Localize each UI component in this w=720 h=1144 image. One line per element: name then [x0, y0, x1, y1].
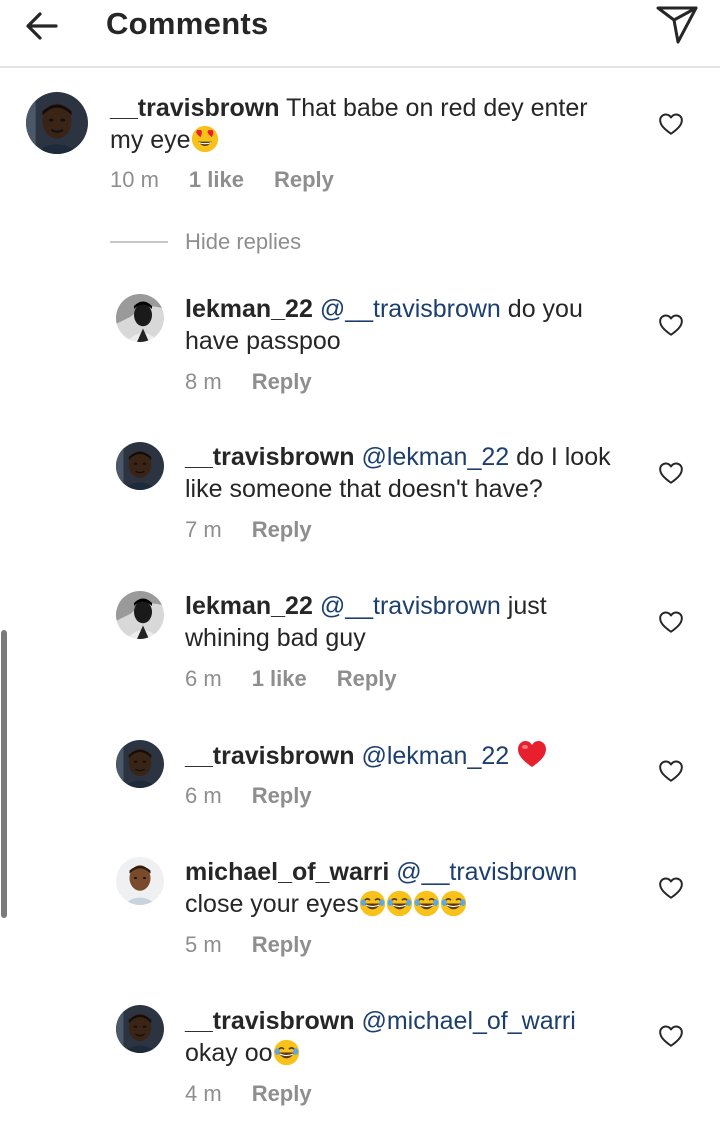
comment-username[interactable]: __travisbrown	[110, 94, 280, 122]
red-heart-emoji	[516, 739, 548, 769]
reply-body: do you	[500, 295, 583, 323]
direct-send-icon[interactable]	[654, 4, 700, 46]
header-bar: Comments	[0, 0, 720, 68]
tears-of-joy-emoji	[386, 890, 413, 917]
reply-meta: 5 m Reply	[185, 932, 342, 958]
reply-username[interactable]: lekman_22	[185, 592, 313, 620]
page-title: Comments	[106, 6, 269, 41]
reply-button[interactable]: Reply	[252, 1081, 312, 1106]
heart-outline-icon[interactable]	[658, 876, 684, 900]
reply-mention[interactable]: @michael_of_warri	[361, 1007, 575, 1035]
avatar[interactable]	[116, 591, 164, 639]
reply-text: michael_of_warri @__travisbrown close yo…	[185, 856, 635, 920]
reply-meta: 4 m Reply	[185, 1081, 342, 1107]
hide-replies-button[interactable]: Hide replies	[185, 229, 301, 255]
reply-meta: 8 m Reply	[185, 369, 342, 395]
comment-meta: 10 m 1 like Reply	[110, 167, 364, 193]
reply-button[interactable]: Reply	[252, 517, 312, 542]
reply-meta: 6 m Reply	[185, 783, 342, 809]
reply-text: __travisbrown @lekman_22	[185, 739, 635, 772]
arrow-left-icon[interactable]	[22, 8, 62, 44]
reply-button[interactable]: Reply	[252, 932, 312, 957]
avatar[interactable]	[116, 294, 164, 342]
tears-of-joy-emoji	[440, 890, 467, 917]
reply-meta: 6 m 1 like Reply	[185, 666, 427, 692]
reply-mention[interactable]: @lekman_22	[361, 443, 509, 471]
reply-body	[509, 742, 516, 770]
reply-meta: 7 m Reply	[185, 517, 342, 543]
reply-text: lekman_22 @__travisbrown do you have pas…	[185, 293, 635, 357]
reply-body: just	[500, 592, 547, 620]
reply-text: __travisbrown @michael_of_warri okay oo	[185, 1005, 635, 1069]
reply-time: 6 m	[185, 783, 222, 808]
heart-outline-icon[interactable]	[658, 313, 684, 337]
reply-button[interactable]: Reply	[252, 783, 312, 808]
reply-body-cont: like someone that doesn't have?	[185, 475, 543, 503]
reply-text: __travisbrown @lekman_22 do I look like …	[185, 441, 635, 505]
avatar[interactable]	[116, 740, 164, 788]
reply-body-cont: have passpoo	[185, 327, 341, 355]
reply-button[interactable]: Reply	[252, 369, 312, 394]
reply-username[interactable]: michael_of_warri	[185, 858, 389, 886]
tears-of-joy-emoji	[273, 1039, 300, 1066]
divider	[110, 241, 168, 243]
heart-outline-icon[interactable]	[658, 610, 684, 634]
reply-username[interactable]: __travisbrown	[185, 742, 355, 770]
reply-username[interactable]: __travisbrown	[185, 443, 355, 471]
comment-time: 10 m	[110, 167, 159, 192]
reply-time: 6 m	[185, 666, 222, 691]
heart-outline-icon[interactable]	[658, 759, 684, 783]
heart-eyes-emoji	[191, 125, 219, 153]
reply-text: lekman_22 @__travisbrown just whining ba…	[185, 590, 635, 654]
reply-body-cont: whining bad guy	[185, 624, 366, 652]
reply-mention[interactable]: @__travisbrown	[396, 858, 577, 886]
reply-time: 5 m	[185, 932, 222, 957]
reply-time: 4 m	[185, 1081, 222, 1106]
reply-time: 8 m	[185, 369, 222, 394]
heart-outline-icon[interactable]	[658, 112, 684, 136]
likes-count[interactable]: 1 like	[189, 167, 244, 192]
reply-mention[interactable]: @__travisbrown	[320, 295, 501, 323]
comment-body-cont: my eye	[110, 126, 191, 154]
reply-button[interactable]: Reply	[337, 666, 397, 691]
reply-body-cont: close your eyes	[185, 890, 359, 918]
reply-body-cont: okay oo	[185, 1039, 273, 1067]
reply-username[interactable]: __travisbrown	[185, 1007, 355, 1035]
reply-mention[interactable]: @lekman_22	[361, 742, 509, 770]
reply-time: 7 m	[185, 517, 222, 542]
comment-text: __travisbrown That babe on red dey enter…	[110, 92, 630, 156]
tears-of-joy-emoji	[359, 890, 386, 917]
scrollbar[interactable]	[1, 630, 7, 918]
heart-outline-icon[interactable]	[658, 1024, 684, 1048]
reply-body: do I look	[509, 443, 611, 471]
likes-count[interactable]: 1 like	[252, 666, 307, 691]
avatar[interactable]	[116, 1005, 164, 1053]
comment-body: That babe on red dey enter	[279, 94, 588, 122]
reply-username[interactable]: lekman_22	[185, 295, 313, 323]
avatar[interactable]	[116, 442, 164, 490]
reply-mention[interactable]: @__travisbrown	[320, 592, 501, 620]
avatar[interactable]	[26, 92, 88, 154]
reply-button[interactable]: Reply	[274, 167, 334, 192]
avatar[interactable]	[116, 857, 164, 905]
heart-outline-icon[interactable]	[658, 461, 684, 485]
tears-of-joy-emoji	[413, 890, 440, 917]
